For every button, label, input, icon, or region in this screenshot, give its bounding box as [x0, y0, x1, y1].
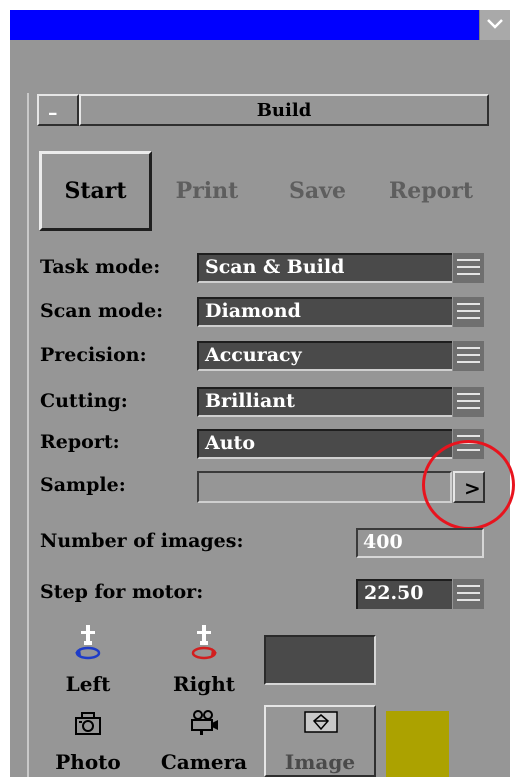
camera-button[interactable] [184, 709, 224, 741]
image-label: Image [284, 750, 356, 774]
collapse-icon: – [48, 102, 58, 124]
rotate-left-icon [75, 625, 101, 660]
photo-label: Photo [55, 750, 121, 774]
report-field[interactable]: Auto [197, 429, 452, 459]
precision-field[interactable]: Accuracy [197, 341, 452, 371]
rotate-right-button[interactable] [164, 623, 244, 669]
diamond-image-icon [304, 711, 338, 733]
step-for-motor-spinner-icon[interactable] [453, 579, 484, 609]
task-mode-field[interactable]: Scan & Build [197, 253, 452, 283]
task-mode-label: Task mode: [40, 256, 161, 278]
number-of-images-label: Number of images: [40, 530, 244, 552]
start-button[interactable]: Start [39, 151, 152, 231]
precision-label: Precision: [40, 344, 147, 366]
step-for-motor-value: 22.50 [364, 582, 424, 604]
title-bar [10, 10, 510, 40]
cutting-field[interactable]: Brilliant [197, 387, 452, 417]
report-label: Report: [40, 431, 120, 453]
sample-label: Sample: [40, 474, 126, 496]
precision-menu-icon[interactable] [453, 341, 484, 371]
report-button[interactable]: Report [373, 151, 489, 231]
photo-camera-icon [75, 712, 101, 735]
rotate-right-icon [191, 625, 217, 660]
step-for-motor-field[interactable]: 22.50 [356, 579, 452, 609]
page-title: Build [256, 100, 312, 121]
accent-swatch [386, 711, 449, 777]
precision-value: Accuracy [205, 344, 302, 366]
collapse-button[interactable]: – [37, 94, 79, 126]
scan-mode-menu-icon[interactable] [453, 297, 484, 327]
task-mode-value: Scan & Build [205, 256, 345, 278]
camera-label: Camera [160, 750, 248, 774]
cutting-value: Brilliant [205, 390, 295, 412]
highlight-circle [422, 440, 515, 530]
scan-mode-field[interactable]: Diamond [197, 297, 452, 327]
number-of-images-field[interactable]: 400 [356, 528, 484, 558]
report-value: Auto [205, 432, 256, 454]
scan-mode-label: Scan mode: [40, 300, 164, 322]
image-button[interactable]: Image [264, 705, 376, 777]
print-button[interactable]: Print [152, 151, 262, 231]
rotate-left-button[interactable] [48, 623, 128, 669]
chevron-down-icon[interactable] [479, 10, 510, 40]
video-camera-icon [191, 710, 218, 735]
rotate-left-label: Left [65, 672, 111, 696]
sample-field[interactable] [197, 471, 452, 503]
step-for-motor-label: Step for motor: [40, 581, 204, 603]
save-button[interactable]: Save [262, 151, 373, 231]
preview-swatch [264, 635, 376, 685]
cutting-label: Cutting: [40, 390, 128, 412]
scan-mode-value: Diamond [205, 300, 301, 322]
panel-header: Build [79, 94, 489, 126]
panel-divider [27, 93, 29, 777]
photo-button[interactable] [68, 711, 108, 741]
rotate-right-label: Right [173, 672, 235, 696]
cutting-menu-icon[interactable] [453, 387, 484, 417]
task-mode-menu-icon[interactable] [453, 253, 484, 283]
number-of-images-value: 400 [363, 531, 403, 553]
